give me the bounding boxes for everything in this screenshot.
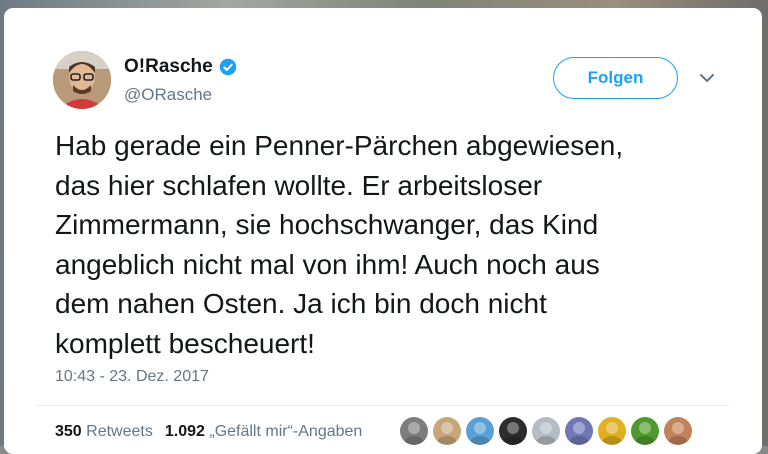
liker-avatars: [400, 417, 692, 445]
liker-avatar-2[interactable]: [433, 417, 461, 445]
liker-avatar-4[interactable]: [499, 417, 527, 445]
tweet-stats: 350 Retweets 1.092 „Gefällt mir“-Angaben: [55, 423, 362, 441]
retweets-count: 350: [55, 423, 82, 440]
follow-button[interactable]: Folgen: [553, 57, 678, 99]
chevron-down-icon[interactable]: [699, 72, 715, 84]
retweets-label: Retweets: [86, 423, 153, 440]
retweets-stat[interactable]: 350 Retweets: [55, 423, 153, 441]
tweet-timestamp[interactable]: 10:43 - 23. Dez. 2017: [55, 368, 209, 386]
liker-avatar-5[interactable]: [532, 417, 560, 445]
liker-avatar-9[interactable]: [664, 417, 692, 445]
verified-badge-icon: [219, 58, 236, 76]
liker-avatar-6[interactable]: [565, 417, 593, 445]
author-name[interactable]: O!Rasche: [124, 56, 213, 78]
liker-avatar-1[interactable]: [400, 417, 428, 445]
likes-stat[interactable]: 1.092 „Gefällt mir“-Angaben: [165, 423, 362, 441]
author-avatar[interactable]: [53, 51, 111, 109]
liker-avatar-7[interactable]: [598, 417, 626, 445]
tweet-text: Hab gerade ein Penner-Pärchen abgewiesen…: [55, 130, 624, 359]
author-name-row: O!Rasche: [124, 56, 237, 78]
author-handle[interactable]: @ORasche: [124, 85, 212, 105]
likes-count: 1.092: [164, 423, 205, 440]
liker-avatar-3[interactable]: [466, 417, 494, 445]
liker-avatar-8[interactable]: [631, 417, 659, 445]
likes-label: „Gefällt mir“-Angaben: [209, 423, 363, 440]
tweet-card: O!Rasche @ORasche Folgen Hab gerade ein …: [4, 8, 762, 454]
divider: [37, 405, 729, 406]
